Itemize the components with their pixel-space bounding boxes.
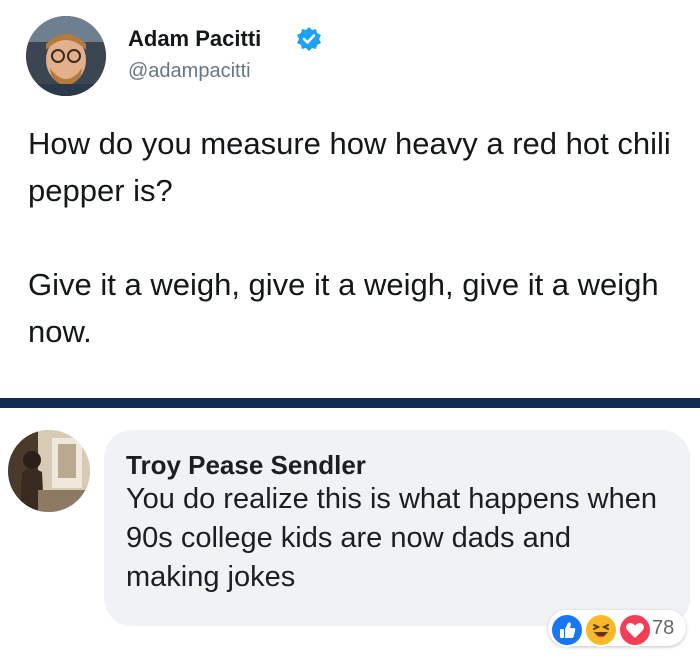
comment-text: You do realize this is what happens when… <box>126 483 657 593</box>
comment-author-name[interactable]: Troy Pease Sendler <box>126 450 366 481</box>
tweet-author-handle[interactable]: @adampacitti <box>128 60 251 83</box>
verified-badge-icon <box>296 26 322 52</box>
reactions-summary[interactable]: 78 <box>548 610 686 647</box>
haha-icon <box>584 613 618 647</box>
comment-bubble: Troy Pease Sendler You do realize this i… <box>104 430 690 626</box>
tweet-author-name[interactable]: Adam Pacitti <box>128 26 261 52</box>
section-divider <box>0 398 700 408</box>
love-icon <box>618 613 652 647</box>
tweet-author-avatar[interactable] <box>26 16 106 96</box>
tweet-card: Adam Pacitti @adampacitti How do you mea… <box>0 0 700 398</box>
comment-author-avatar[interactable] <box>8 430 90 512</box>
tweet-text: How do you measure how heavy a red hot c… <box>28 126 671 349</box>
facebook-comment: Troy Pease Sendler You do realize this i… <box>0 408 700 665</box>
like-icon <box>550 613 584 647</box>
reaction-count: 78 <box>652 617 675 639</box>
